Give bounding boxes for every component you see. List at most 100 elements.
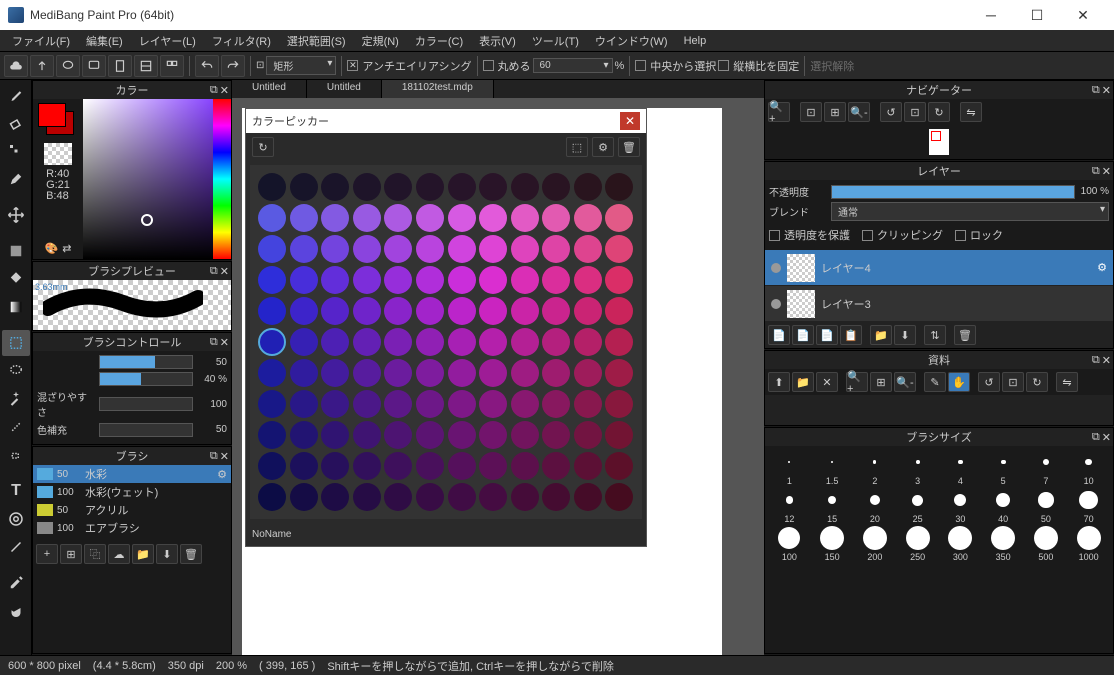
- color-swatch[interactable]: [542, 235, 570, 263]
- menu-file[interactable]: ファイル(F): [4, 31, 78, 51]
- color-swatch[interactable]: [290, 173, 318, 201]
- color-swatch[interactable]: [479, 421, 507, 449]
- aspect-lock-checkbox[interactable]: 縦横比を固定: [718, 58, 799, 74]
- gradient-tool[interactable]: [2, 294, 30, 320]
- color-swatch[interactable]: [321, 328, 349, 356]
- color-swatch[interactable]: [448, 452, 476, 480]
- popout-icon[interactable]: ⧉: [210, 336, 218, 349]
- color-swatch[interactable]: [384, 297, 412, 325]
- palette-icon[interactable]: 🎨: [45, 242, 59, 255]
- color-swatch[interactable]: [574, 297, 602, 325]
- mat-open-button[interactable]: 📁: [792, 372, 814, 392]
- color-swatch[interactable]: [384, 266, 412, 294]
- color-swatch[interactable]: [511, 328, 539, 356]
- color-swatch[interactable]: [574, 173, 602, 201]
- hand-tool[interactable]: [2, 598, 30, 624]
- menu-color[interactable]: カラー(C): [407, 31, 471, 51]
- new-layer3-button[interactable]: 📄: [816, 325, 838, 345]
- color-swatch[interactable]: [384, 452, 412, 480]
- color-swatch[interactable]: [448, 204, 476, 232]
- color-swatch[interactable]: [479, 452, 507, 480]
- color-swatch[interactable]: [321, 235, 349, 263]
- brush-size-cell[interactable]: 1000: [1068, 526, 1109, 562]
- color-swatch[interactable]: [448, 359, 476, 387]
- brush-size-cell[interactable]: 3: [897, 450, 938, 486]
- lasso-tool[interactable]: [2, 358, 30, 384]
- color-swatch[interactable]: [290, 359, 318, 387]
- tab-0[interactable]: Untitled: [232, 80, 307, 98]
- brush-size-cell[interactable]: 250: [897, 526, 938, 562]
- folder-brush-button[interactable]: 📁: [132, 544, 154, 564]
- color-swatch[interactable]: [290, 266, 318, 294]
- color-swatch[interactable]: [416, 204, 444, 232]
- brush-size-cell[interactable]: 10: [1068, 450, 1109, 486]
- popout-icon[interactable]: ⧉: [1092, 165, 1100, 178]
- color-swatch[interactable]: [479, 266, 507, 294]
- mat-add-button[interactable]: ⬆: [768, 372, 790, 392]
- color-swatch[interactable]: [542, 266, 570, 294]
- color-swatch[interactable]: [416, 452, 444, 480]
- lock-checkbox[interactable]: ロック: [955, 227, 1003, 243]
- zoom-fit-button[interactable]: ⊡: [800, 102, 822, 122]
- color-swatch[interactable]: [511, 359, 539, 387]
- brush-size-cell[interactable]: 30: [940, 488, 981, 524]
- delete-layer-button[interactable]: 🗑: [954, 325, 976, 345]
- brush-item[interactable]: 50水彩⚙: [33, 465, 231, 483]
- duplicate-brush-button[interactable]: ⿻: [84, 544, 106, 564]
- color-swatch[interactable]: [290, 390, 318, 418]
- shape-tool[interactable]: [2, 238, 30, 264]
- color-swatch[interactable]: [384, 235, 412, 263]
- layer-item[interactable]: レイヤー3: [765, 286, 1113, 322]
- color-swatch[interactable]: [574, 483, 602, 511]
- color-swatch[interactable]: [605, 359, 633, 387]
- picker-settings-button[interactable]: ⚙: [592, 137, 614, 157]
- color-swatch[interactable]: [605, 421, 633, 449]
- picker-add-button[interactable]: ⬚: [566, 137, 588, 157]
- color-swatch[interactable]: [542, 359, 570, 387]
- color-swatch[interactable]: [321, 452, 349, 480]
- color-swatch[interactable]: [448, 266, 476, 294]
- pen-tool[interactable]: [2, 166, 30, 192]
- color-picker-close[interactable]: ✕: [620, 112, 640, 130]
- color-swatch[interactable]: [605, 483, 633, 511]
- menu-view[interactable]: 表示(V): [471, 31, 524, 51]
- brush-size-cell[interactable]: 25: [897, 488, 938, 524]
- color-swatch[interactable]: [574, 421, 602, 449]
- transparent-swatch[interactable]: [44, 143, 72, 165]
- picker-delete-button[interactable]: 🗑: [618, 137, 640, 157]
- color-swatch[interactable]: [258, 204, 286, 232]
- brush-size-cell[interactable]: 2: [855, 450, 896, 486]
- popout-icon[interactable]: ⧉: [1092, 431, 1100, 444]
- color-swatch[interactable]: [511, 173, 539, 201]
- brush-size-cell[interactable]: 70: [1068, 488, 1109, 524]
- menu-ruler[interactable]: 定規(N): [354, 31, 407, 51]
- color-swatch[interactable]: [511, 390, 539, 418]
- color-swatch[interactable]: [416, 266, 444, 294]
- tab-1[interactable]: Untitled: [307, 80, 382, 98]
- mat-rotreset-button[interactable]: ⊡: [1002, 372, 1024, 392]
- brush-size-cell[interactable]: 100: [769, 526, 810, 562]
- color-swatch[interactable]: [479, 173, 507, 201]
- brush-size-cell[interactable]: 1: [769, 450, 810, 486]
- color-swatch[interactable]: [258, 483, 286, 511]
- close-icon[interactable]: ✕: [220, 84, 229, 97]
- brush-size-cell[interactable]: 1.5: [812, 450, 853, 486]
- color-swatch[interactable]: [353, 297, 381, 325]
- color-swatch[interactable]: [479, 235, 507, 263]
- color-swatch[interactable]: [448, 235, 476, 263]
- brush-item[interactable]: 50アクリル: [33, 501, 231, 519]
- merge-layer-button[interactable]: ⬇: [894, 325, 916, 345]
- color-swatch[interactable]: [416, 421, 444, 449]
- color-swatch[interactable]: [605, 390, 633, 418]
- color-swatch[interactable]: [416, 390, 444, 418]
- color-swatch[interactable]: [384, 483, 412, 511]
- brush-size-cell[interactable]: 7: [1026, 450, 1067, 486]
- color-swatch[interactable]: [353, 266, 381, 294]
- divide-tool[interactable]: [2, 534, 30, 560]
- rotate-right-button[interactable]: ↻: [928, 102, 950, 122]
- color-swatch[interactable]: [416, 297, 444, 325]
- color-swatch[interactable]: [321, 266, 349, 294]
- select-erase-tool[interactable]: [2, 442, 30, 468]
- brush-size-cell[interactable]: 15: [812, 488, 853, 524]
- close-icon[interactable]: ✕: [220, 336, 229, 349]
